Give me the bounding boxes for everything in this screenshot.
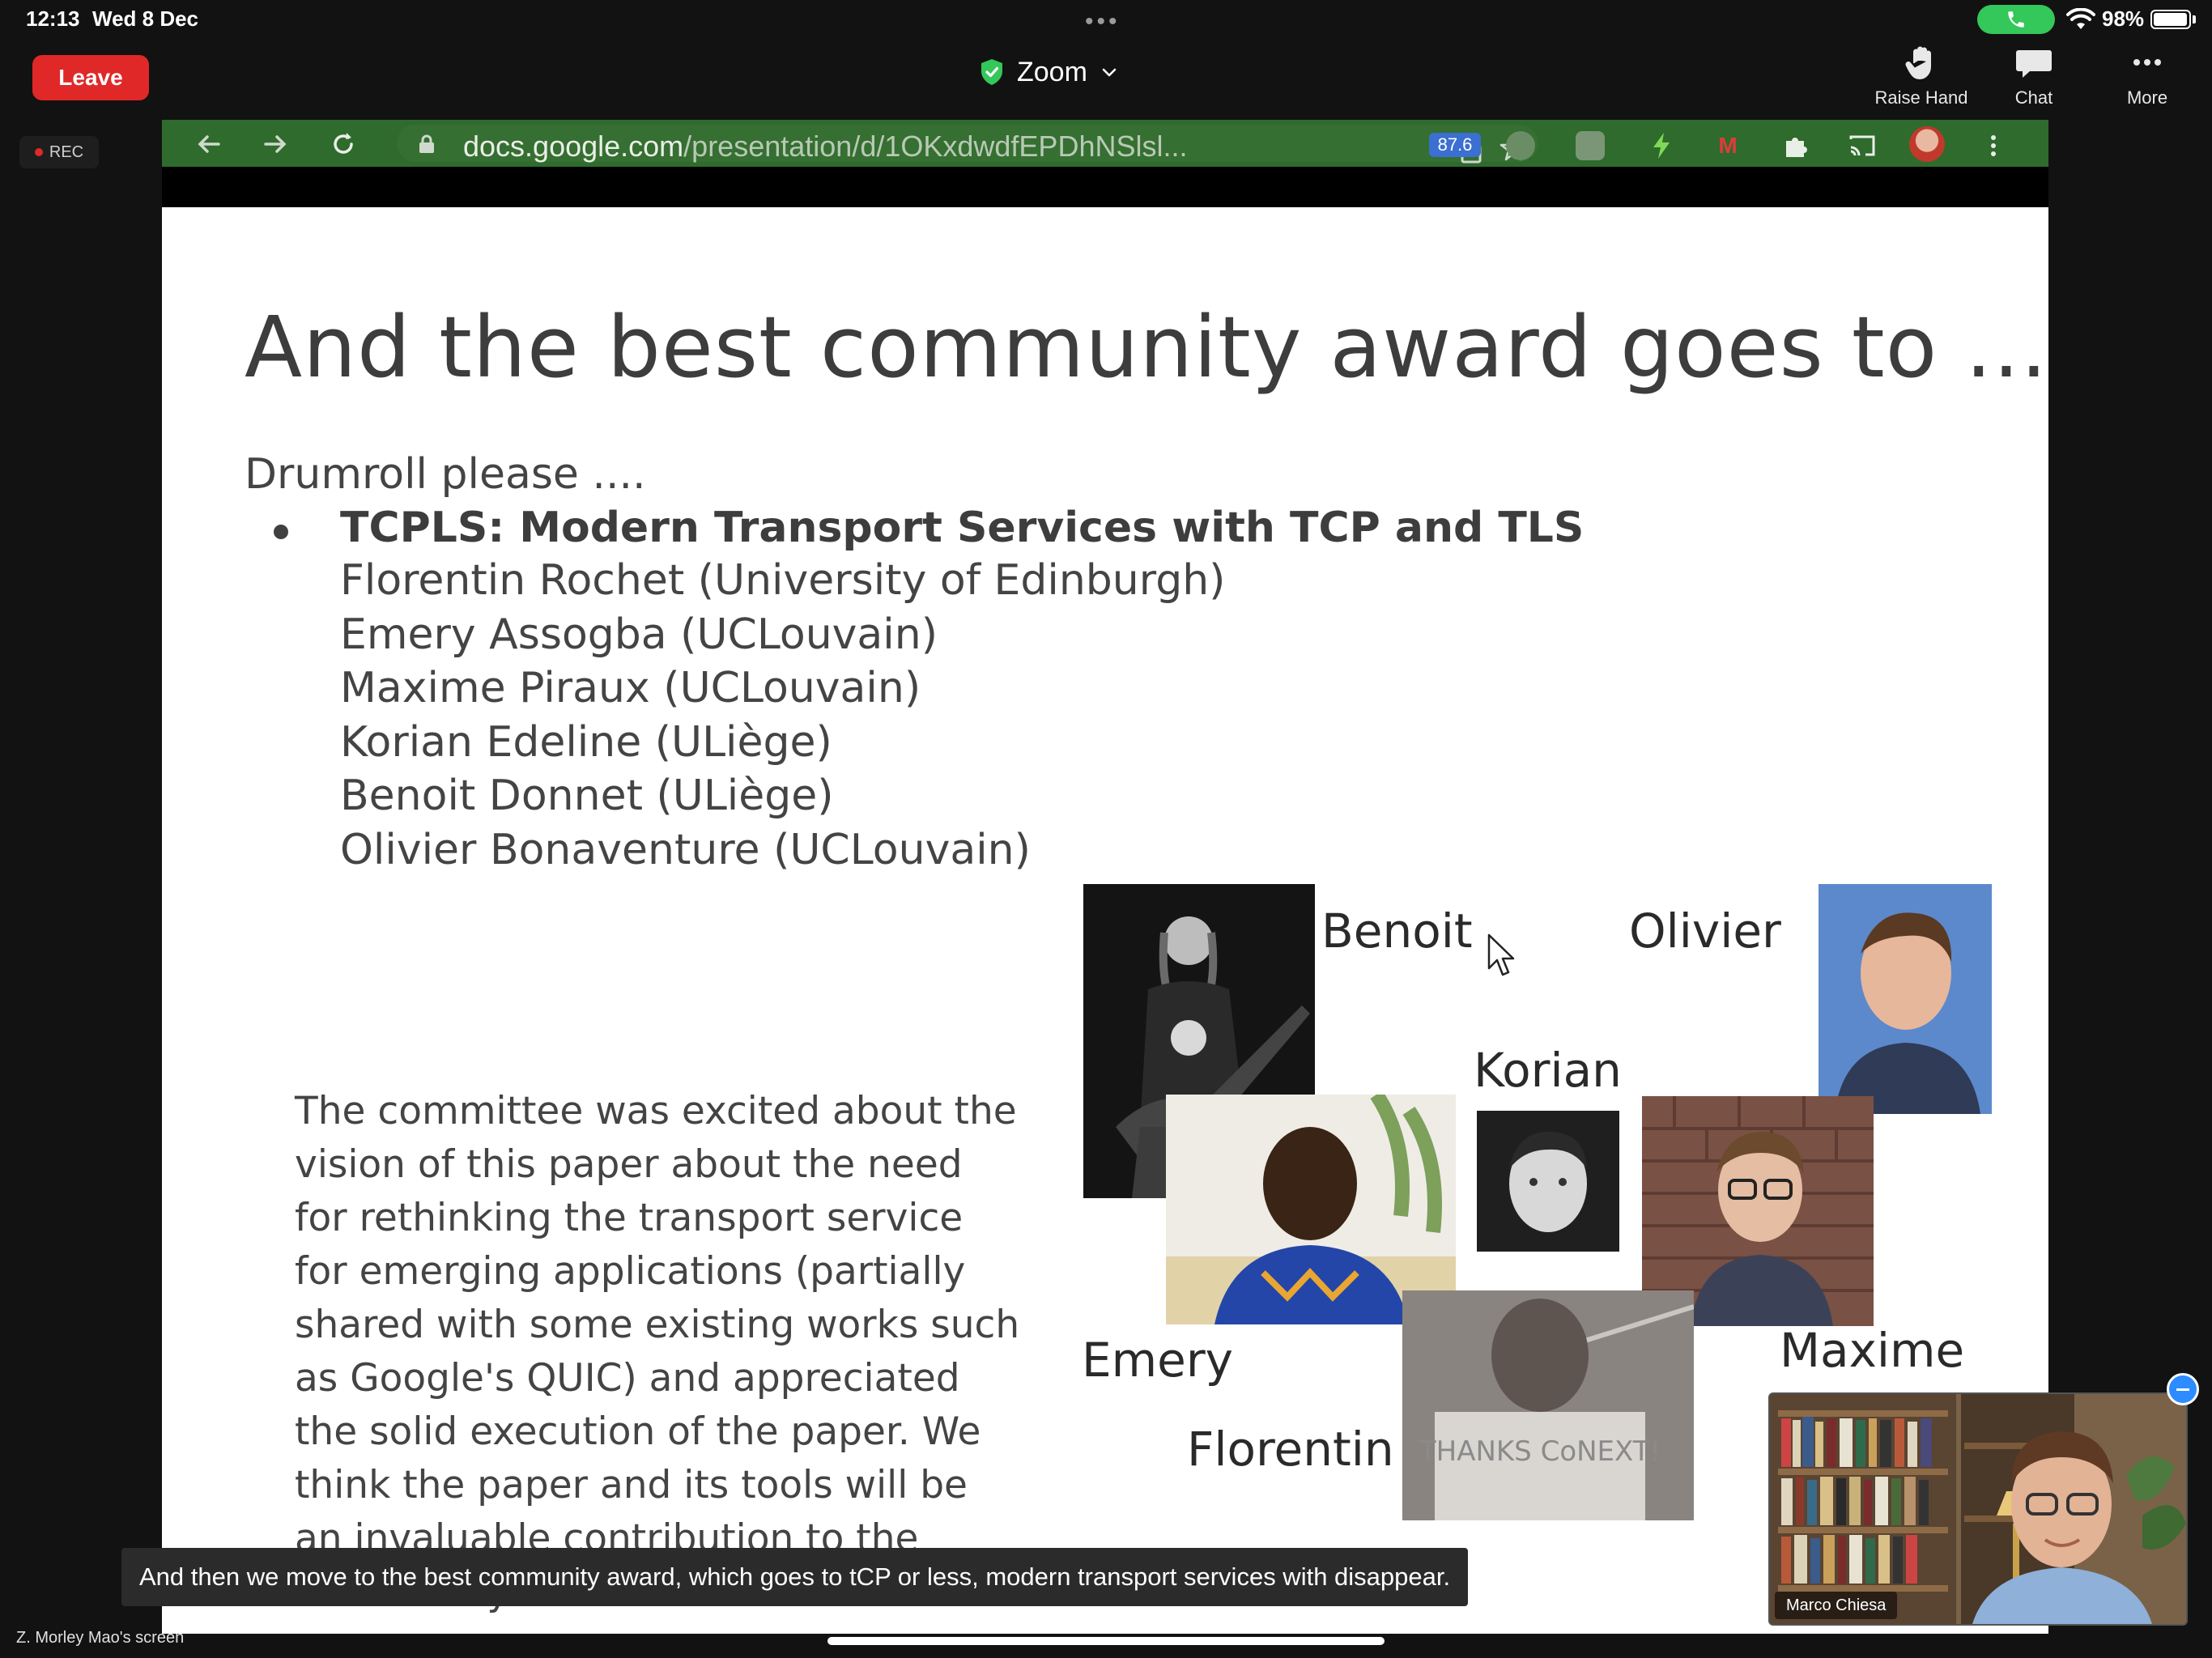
browser-toolbar: docs.google.com/presentation/d/1OKxdwdfE… bbox=[162, 120, 2048, 167]
participant-video-image bbox=[1770, 1394, 2186, 1624]
live-caption: And then we move to the best community a… bbox=[121, 1548, 1469, 1606]
url-domain: docs.google.com bbox=[463, 130, 684, 163]
home-indicator[interactable] bbox=[827, 1637, 1385, 1645]
bullet-dot bbox=[274, 525, 288, 539]
battery-percentage: 98% bbox=[2102, 6, 2145, 31]
author-list: Florentin Rochet (University of Edinburg… bbox=[340, 554, 1225, 877]
committee-line: for emerging applications (partially bbox=[295, 1249, 966, 1294]
meeting-info-dropdown[interactable]: Zoom bbox=[980, 52, 1118, 92]
participant-video-tile[interactable]: Marco Chiesa bbox=[1768, 1392, 2188, 1626]
committee-statement: The committee was excited about the visi… bbox=[295, 1085, 1020, 1619]
label-olivier: Olivier bbox=[1629, 903, 1781, 959]
chat-button[interactable]: Chat bbox=[1977, 44, 2091, 108]
portrait-image bbox=[1477, 1111, 1619, 1252]
committee-line: the solid execution of the paper. We bbox=[295, 1409, 981, 1454]
raise-hand-label: Raise Hand bbox=[1874, 87, 1968, 108]
author-item: Benoit Donnet (ULiège) bbox=[340, 772, 834, 820]
author-item: Emery Assogba (UCLouvain) bbox=[340, 610, 938, 659]
sign-photo-image: THANKS CoNEXT! bbox=[1402, 1290, 1694, 1520]
phone-icon bbox=[2008, 11, 2024, 28]
author-item: Florentin Rochet (University of Edinburg… bbox=[340, 556, 1226, 605]
label-florentin: Florentin bbox=[1187, 1422, 1394, 1477]
lock-icon bbox=[419, 134, 434, 153]
reload-icon bbox=[334, 133, 353, 154]
committee-line: The committee was excited about the bbox=[295, 1089, 1017, 1133]
committee-line: for rethinking the transport service bbox=[295, 1196, 963, 1240]
committee-line: as Google's QUIC) and appreciated bbox=[295, 1356, 960, 1401]
photo-olivier bbox=[1819, 884, 1992, 1114]
raise-hand-button[interactable]: Raise Hand bbox=[1865, 44, 1978, 108]
screen-owner-label: Z. Morley Mao's screen bbox=[16, 1629, 185, 1647]
profile-avatar[interactable] bbox=[1909, 126, 1945, 162]
extension-badge[interactable]: 87.6 bbox=[1429, 133, 1481, 157]
label-korian: Korian bbox=[1474, 1043, 1622, 1098]
gmail-extension-icon[interactable]: M bbox=[1713, 131, 1742, 160]
recording-indicator[interactable]: REC bbox=[19, 136, 99, 168]
author-item: Maxime Piraux (UCLouvain) bbox=[340, 664, 921, 712]
meeting-title: Zoom bbox=[1017, 56, 1087, 87]
active-call-pill[interactable] bbox=[1977, 5, 2055, 34]
author-item: Korian Edeline (ULiège) bbox=[340, 717, 832, 767]
minus-icon bbox=[2176, 1388, 2189, 1391]
label-maxime: Maxime bbox=[1780, 1323, 1965, 1378]
chevron-down-icon bbox=[1102, 68, 1117, 77]
puzzle-icon[interactable] bbox=[1781, 131, 1810, 160]
browser-tab-strip bbox=[162, 167, 2048, 207]
sign-text: THANKS CoNEXT! bbox=[1419, 1435, 1661, 1468]
url-text: docs.google.com/presentation/d/1OKxdwdfE… bbox=[463, 130, 1187, 164]
portrait-image bbox=[1819, 884, 1992, 1114]
photo-korian bbox=[1477, 1111, 1619, 1252]
status-bar: 12:13 Wed 8 Dec ••• 98% bbox=[0, 0, 2212, 39]
extension-icon[interactable] bbox=[1576, 131, 1605, 160]
url-path: /presentation/d/1OKxdwdfEPDhNSlsl... bbox=[683, 130, 1188, 163]
more-icon bbox=[2133, 59, 2161, 66]
label-emery: Emery bbox=[1082, 1333, 1233, 1388]
committee-line: shared with some existing works such bbox=[295, 1303, 1020, 1347]
slide-title: And the best community award goes to ... bbox=[245, 298, 2048, 397]
presentation-slide: And the best community award goes to ...… bbox=[162, 207, 2048, 1634]
participant-name: Marco Chiesa bbox=[1775, 1592, 1898, 1619]
paper-title: TCPLS: Modern Transport Services with TC… bbox=[340, 504, 1585, 552]
record-dot-icon bbox=[34, 148, 43, 156]
more-label: More bbox=[2126, 87, 2168, 108]
shield-check-icon bbox=[981, 59, 1002, 85]
lightning-icon[interactable] bbox=[1647, 131, 1676, 160]
committee-line: think the paper and its tools will be bbox=[295, 1463, 968, 1507]
status-time: 12:13 bbox=[26, 6, 80, 31]
committee-line: vision of this paper about the need bbox=[295, 1142, 963, 1187]
shared-screen[interactable]: docs.google.com/presentation/d/1OKxdwdfE… bbox=[162, 120, 2048, 1634]
chat-icon bbox=[2016, 50, 2052, 78]
address-bar[interactable]: docs.google.com/presentation/d/1OKxdwdfE… bbox=[397, 125, 1538, 164]
chat-label: Chat bbox=[2014, 87, 2053, 108]
rec-label: REC bbox=[49, 142, 84, 161]
extension-icon[interactable] bbox=[1506, 131, 1535, 160]
battery-tip bbox=[2193, 15, 2196, 23]
battery-icon bbox=[2150, 10, 2191, 29]
leave-button[interactable]: Leave bbox=[32, 55, 149, 100]
battery-fill bbox=[2154, 13, 2188, 26]
photo-florentin: THANKS CoNEXT! bbox=[1402, 1290, 1694, 1520]
mouse-pointer-icon bbox=[1487, 933, 1515, 976]
raise-hand-icon bbox=[1905, 46, 1931, 79]
multitasking-dots-icon[interactable]: ••• bbox=[1085, 8, 1121, 36]
slide-subtitle: Drumroll please .... bbox=[245, 450, 646, 499]
author-item: Olivier Bonaventure (UCLouvain) bbox=[340, 825, 1031, 874]
forward-arrow-icon bbox=[264, 135, 287, 153]
wifi-icon bbox=[2066, 8, 2095, 29]
status-date: Wed 8 Dec bbox=[92, 6, 199, 31]
minimize-video-button[interactable] bbox=[2167, 1373, 2199, 1405]
menu-kebab-icon[interactable] bbox=[1979, 131, 2008, 160]
label-benoit: Benoit bbox=[1321, 903, 1473, 959]
cast-icon[interactable] bbox=[1848, 131, 1877, 160]
more-button[interactable]: More bbox=[2091, 44, 2204, 108]
back-arrow-icon bbox=[198, 135, 220, 153]
